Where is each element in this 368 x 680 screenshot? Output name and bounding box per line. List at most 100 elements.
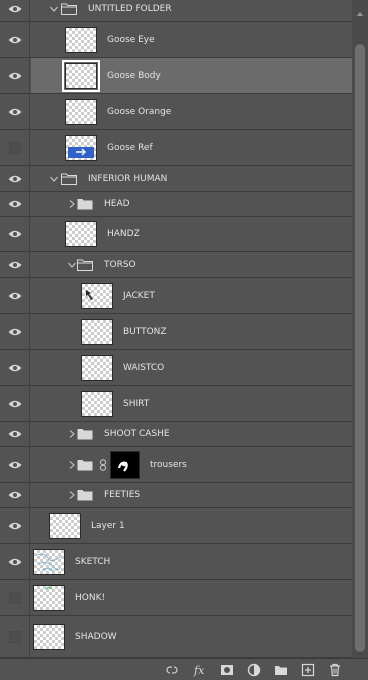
layer-row[interactable]: SHADOW <box>0 616 352 658</box>
layer-group-name: UNTITLED FOLDER <box>88 3 172 14</box>
svg-text:fx: fx <box>193 664 205 677</box>
visibility-toggle[interactable] <box>0 508 30 543</box>
layer-thumbnail[interactable] <box>33 623 65 650</box>
layer-thumbnail[interactable] <box>65 26 97 53</box>
layer-row[interactable]: Goose Eye <box>0 22 352 58</box>
eye-icon <box>8 72 22 79</box>
chevron-down-icon[interactable] <box>49 174 59 184</box>
layer-thumbnail[interactable] <box>65 221 97 247</box>
fx-icon[interactable]: fx <box>193 662 209 678</box>
layer-thumbnail[interactable] <box>62 59 100 92</box>
layer-content[interactable]: UNTITLED FOLDER <box>31 0 352 21</box>
layer-row[interactable]: SHIRT <box>0 386 352 422</box>
layer-thumbnail[interactable] <box>33 584 65 611</box>
visibility-toggle[interactable] <box>0 544 30 579</box>
visibility-toggle[interactable] <box>0 94 30 129</box>
layer-group-row[interactable]: TORSO <box>0 252 352 278</box>
layers-scrollbar[interactable] <box>352 0 368 658</box>
visibility-toggle[interactable] <box>0 166 30 191</box>
chevron-down-icon[interactable] <box>49 4 59 14</box>
layer-content[interactable]: INFERIOR HUMAN <box>31 166 352 191</box>
visibility-toggle[interactable] <box>0 130 30 165</box>
layer-row[interactable]: WAISTCO <box>0 350 352 386</box>
layer-row[interactable]: Goose Orange <box>0 94 352 130</box>
chevron-right-icon[interactable] <box>67 460 77 470</box>
layer-row[interactable]: JACKET <box>0 278 352 314</box>
chevron-right-icon[interactable] <box>67 429 77 439</box>
layer-content[interactable]: HONK! <box>31 580 352 615</box>
layer-content[interactable]: HANDZ <box>31 217 352 251</box>
link-layers-icon[interactable] <box>164 662 180 678</box>
layer-thumbnail[interactable] <box>81 318 113 345</box>
layer-content[interactable]: SHOOT CASHE <box>31 422 352 446</box>
layer-thumbnail[interactable] <box>65 134 97 161</box>
layer-thumbnail[interactable] <box>33 548 65 575</box>
visibility-toggle[interactable] <box>0 192 30 216</box>
visibility-toggle[interactable] <box>0 580 30 615</box>
layer-content[interactable]: Goose Ref <box>31 130 352 165</box>
visibility-toggle[interactable] <box>0 0 30 21</box>
layer-content[interactable]: HEAD <box>31 192 352 216</box>
visibility-toggle[interactable] <box>0 252 30 277</box>
adjustment-layer-icon[interactable] <box>246 662 262 678</box>
layer-content[interactable]: WAISTCO <box>31 350 352 385</box>
layer-content[interactable]: SHADOW <box>31 616 352 657</box>
scroll-up-icon[interactable] <box>356 10 364 18</box>
visibility-toggle[interactable] <box>0 616 30 657</box>
layer-row[interactable]: BUTTONZ <box>0 314 352 350</box>
layer-content[interactable]: TORSO <box>31 252 352 277</box>
layer-group-name: FEETIES <box>104 490 141 500</box>
layer-content[interactable]: Layer 1 <box>31 508 352 543</box>
visibility-toggle[interactable] <box>0 483 30 507</box>
layer-content[interactable]: Goose Eye <box>31 22 352 57</box>
layer-group-row[interactable]: SHOOT CASHE <box>0 422 352 447</box>
eye-icon <box>8 200 22 208</box>
mask-link-icon[interactable] <box>99 458 107 471</box>
layer-row[interactable]: Layer 1 <box>0 508 352 544</box>
eye-icon <box>8 558 22 565</box>
layer-content[interactable]: Goose Body <box>31 58 352 93</box>
visibility-toggle[interactable] <box>0 278 30 313</box>
layer-row[interactable]: Goose Ref <box>0 130 352 166</box>
visibility-toggle[interactable] <box>0 22 30 57</box>
layer-content[interactable]: trousers <box>31 447 352 482</box>
layer-thumbnail[interactable] <box>49 512 81 539</box>
visibility-toggle[interactable] <box>0 447 30 482</box>
chevron-right-icon[interactable] <box>67 199 77 209</box>
layer-thumbnail[interactable] <box>81 354 113 381</box>
layer-group-row[interactable]: HEAD <box>0 192 352 217</box>
new-group-icon[interactable] <box>273 662 289 678</box>
layer-row[interactable]: SKETCH <box>0 544 352 580</box>
layer-row[interactable]: HANDZ <box>0 217 352 252</box>
add-mask-icon[interactable] <box>219 662 235 678</box>
visibility-toggle[interactable] <box>0 422 30 446</box>
layer-thumbnail[interactable] <box>65 98 97 125</box>
visibility-toggle[interactable] <box>0 314 30 349</box>
scroll-thumb[interactable] <box>355 44 365 652</box>
layer-thumbnail[interactable] <box>81 390 113 417</box>
new-layer-icon[interactable] <box>300 662 316 678</box>
layer-group-row[interactable]: UNTITLED FOLDER <box>0 0 352 22</box>
chevron-right-icon[interactable] <box>67 490 77 500</box>
visibility-toggle[interactable] <box>0 350 30 385</box>
layer-group-row[interactable]: trousers <box>0 447 352 483</box>
visibility-toggle[interactable] <box>0 58 30 93</box>
delete-layer-icon[interactable] <box>327 662 343 678</box>
mask-thumbnail[interactable] <box>110 450 140 479</box>
layer-content[interactable]: FEETIES <box>31 483 352 507</box>
layer-row[interactable]: Goose Body <box>0 58 352 94</box>
eye-icon <box>8 491 22 499</box>
layer-group-row[interactable]: FEETIES <box>0 483 352 508</box>
layer-row[interactable]: HONK! <box>0 580 352 616</box>
layer-content[interactable]: Goose Orange <box>31 94 352 129</box>
layer-group-name: HEAD <box>104 199 130 209</box>
layer-group-row[interactable]: INFERIOR HUMAN <box>0 166 352 192</box>
visibility-toggle[interactable] <box>0 217 30 251</box>
layer-content[interactable]: JACKET <box>31 278 352 313</box>
visibility-toggle[interactable] <box>0 386 30 421</box>
layer-content[interactable]: SKETCH <box>31 544 352 579</box>
layer-thumbnail[interactable] <box>81 282 113 309</box>
layer-content[interactable]: BUTTONZ <box>31 314 352 349</box>
chevron-down-icon[interactable] <box>67 260 77 270</box>
layer-content[interactable]: SHIRT <box>31 386 352 421</box>
